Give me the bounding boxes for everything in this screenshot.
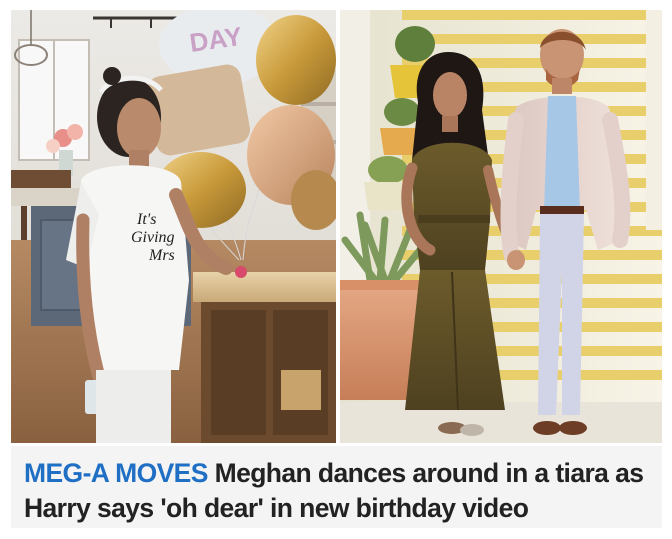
- headline-box: MEG-A MOVES Meghan dances around in a ti…: [11, 446, 662, 528]
- photo-right[interactable]: [340, 10, 662, 443]
- headline-kicker: MEG-A MOVES: [24, 458, 208, 488]
- svg-text:Giving: Giving: [131, 229, 175, 246]
- svg-text:Mrs: Mrs: [148, 247, 175, 264]
- couple-walking-image: [340, 10, 662, 443]
- photo-row: DAY It's Giving Mrs: [11, 10, 662, 443]
- article-headline-link[interactable]: MEG-A MOVES Meghan dances around in a ti…: [24, 456, 654, 526]
- article-card[interactable]: DAY It's Giving Mrs MEG-A MOVES Meghan d…: [0, 0, 672, 539]
- photo-left[interactable]: DAY It's Giving Mrs: [11, 10, 336, 443]
- kitchen-balloons-image: DAY It's Giving Mrs: [11, 10, 336, 443]
- svg-text:It's: It's: [136, 211, 156, 228]
